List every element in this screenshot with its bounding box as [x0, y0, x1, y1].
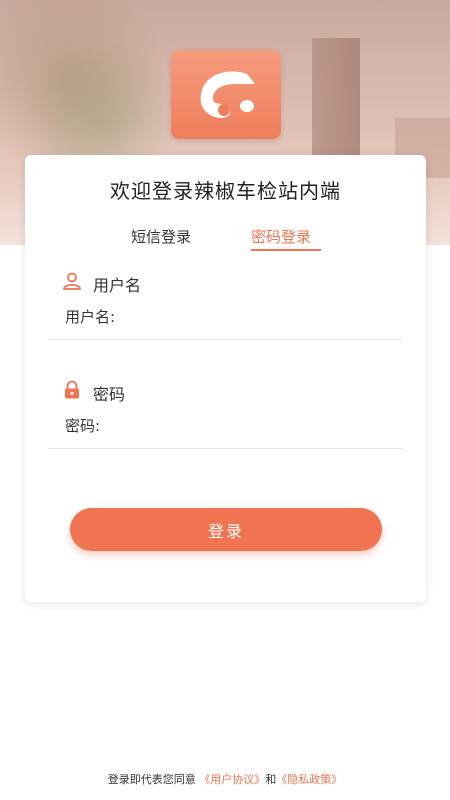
user-icon	[63, 272, 81, 290]
password-input[interactable]	[65, 415, 395, 437]
terms-link[interactable]: 《用户协议》	[199, 773, 265, 786]
username-label: 用户名	[93, 276, 142, 295]
app-logo	[171, 50, 281, 139]
agreement-prefix: 登录即代表您同意	[107, 773, 196, 786]
car-logo-icon	[200, 70, 255, 118]
password-label: 密码	[93, 385, 126, 404]
password-divider	[48, 448, 403, 449]
login-card: 欢迎登录辣椒车检站内端 短信登录 密码登录 用户名 密码 登录	[25, 155, 426, 602]
agreement-conjunction: 和	[265, 773, 277, 786]
agreement-footer: 登录即代表您同意 《用户协议》和《隐私政策》	[0, 771, 450, 787]
login-button[interactable]: 登录	[70, 508, 382, 551]
login-screen: 欢迎登录辣椒车检站内端 短信登录 密码登录 用户名 密码 登录 登录即代表您同意…	[0, 0, 450, 800]
page-title: 欢迎登录辣椒车检站内端	[110, 179, 341, 203]
lock-icon	[65, 380, 79, 399]
username-input[interactable]	[65, 306, 395, 328]
username-divider	[48, 339, 403, 340]
tab-password-login[interactable]: 密码登录	[251, 226, 311, 247]
active-tab-indicator	[251, 249, 321, 251]
privacy-link[interactable]: 《隐私政策》	[276, 773, 342, 786]
tab-sms-login[interactable]: 短信登录	[131, 226, 191, 247]
